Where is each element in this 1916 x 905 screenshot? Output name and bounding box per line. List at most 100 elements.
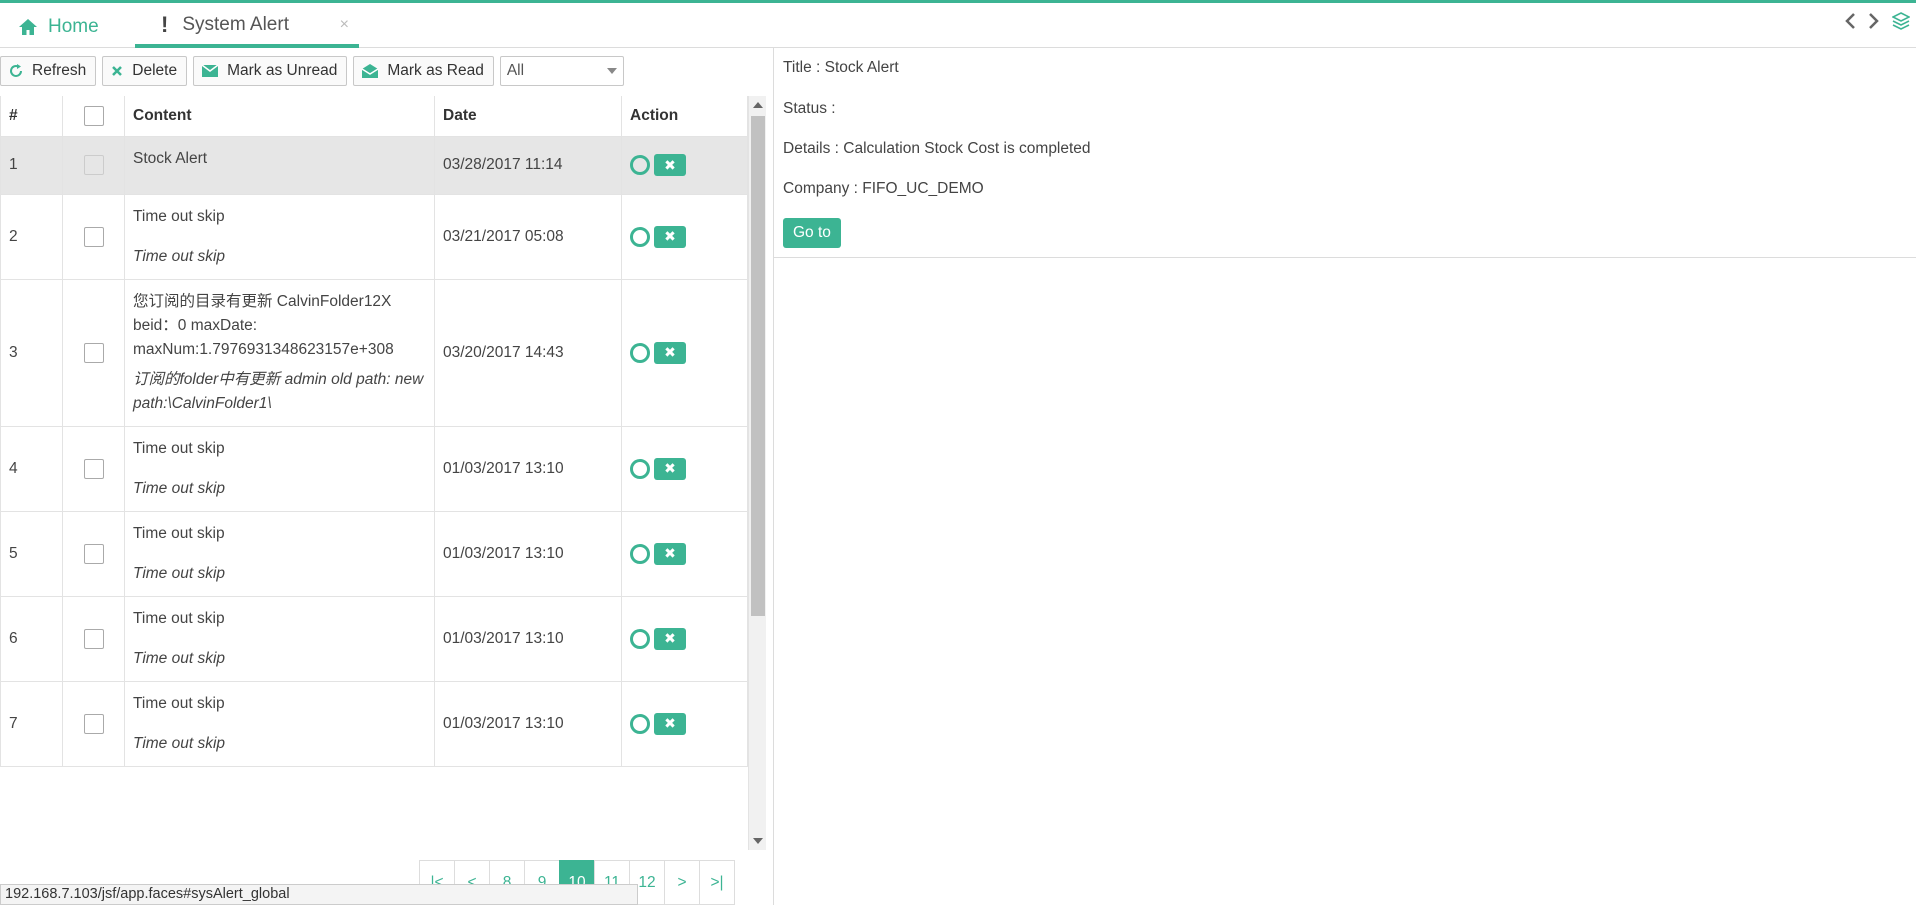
delete-row-button[interactable]: ✖ — [654, 712, 686, 735]
row-title: 您订阅的目录有更新 CalvinFolder12X beid：0 maxDate… — [133, 292, 394, 358]
mark-read-button[interactable]: Mark as Read — [353, 56, 494, 86]
delete-row-button[interactable]: ✖ — [654, 225, 686, 248]
table-row[interactable]: 2 Time out skip Time out skip 03/21/2017… — [0, 193, 748, 280]
row-title: Time out skip — [133, 609, 225, 627]
row-detail: Time out skip — [133, 649, 226, 667]
row-number: 5 — [0, 510, 63, 597]
browser-status-url: 192.168.7.103/jsf/app.faces#sysAlert_glo… — [0, 884, 638, 905]
row-checkbox[interactable] — [83, 458, 104, 479]
alert-grid: # Content Date Action 1 Stock Alert 03/2… — [0, 96, 748, 850]
row-select — [62, 278, 125, 427]
row-checkbox[interactable] — [83, 155, 104, 175]
scroll-up-icon[interactable] — [753, 102, 763, 108]
row-checkbox[interactable] — [83, 628, 104, 649]
header-date[interactable]: Date — [434, 96, 622, 137]
row-content: Time out skip Time out skip — [124, 680, 435, 767]
row-date: 03/28/2017 11:14 — [434, 135, 622, 195]
mark-read-label: Mark as Read — [387, 62, 484, 79]
delete-row-button[interactable]: ✖ — [654, 341, 686, 364]
mark-read-circle-icon[interactable] — [630, 155, 650, 175]
chevron-right-icon[interactable] — [1868, 12, 1880, 34]
table-row[interactable]: 4 Time out skip Time out skip 01/03/2017… — [0, 425, 748, 512]
mark-read-circle-icon[interactable] — [630, 713, 650, 734]
row-detail: Time out skip — [133, 564, 226, 582]
row-actions: ✖ — [621, 193, 748, 280]
tab-system-alert-label: System Alert — [182, 14, 289, 35]
row-title: Stock Alert — [133, 149, 208, 167]
delete-row-button[interactable]: ✖ — [654, 627, 686, 650]
select-all-checkbox[interactable] — [83, 105, 104, 126]
row-detail: Time out skip — [133, 479, 226, 497]
filter-select[interactable]: All — [499, 56, 624, 86]
refresh-button[interactable]: Refresh — [0, 56, 97, 86]
toolbar: Refresh Delete Mark as Unread Mark as Re… — [0, 56, 624, 88]
envelope-open-icon — [362, 64, 379, 78]
table-row[interactable]: 6 Time out skip Time out skip 01/03/2017… — [0, 595, 748, 682]
table-row[interactable]: 7 Time out skip Time out skip 01/03/2017… — [0, 680, 748, 767]
mark-read-circle-icon[interactable] — [630, 458, 650, 479]
exclamation-icon: ! — [161, 12, 169, 37]
page-last[interactable]: >| — [699, 860, 735, 905]
refresh-icon — [9, 64, 23, 78]
delete-row-button[interactable]: ✖ — [654, 542, 686, 565]
row-actions: ✖ — [621, 510, 748, 597]
row-content: Time out skip Time out skip — [124, 425, 435, 512]
row-select — [62, 510, 125, 597]
chevron-left-icon[interactable] — [1844, 12, 1856, 34]
row-date: 03/20/2017 14:43 — [434, 278, 622, 427]
row-actions: ✖ — [621, 680, 748, 767]
row-actions: ✖ — [621, 425, 748, 512]
row-title: Time out skip — [133, 439, 225, 457]
scroll-down-icon[interactable] — [753, 838, 763, 844]
row-detail: 订阅的folder中有更新 admin old path: new path:\… — [133, 370, 424, 412]
scroll-thumb[interactable] — [751, 116, 765, 616]
mark-unread-button[interactable]: Mark as Unread — [193, 56, 348, 86]
table-row[interactable]: 1 Stock Alert 03/28/2017 11:14 ✖ — [0, 135, 748, 195]
mark-read-circle-icon[interactable] — [630, 226, 650, 247]
row-actions: ✖ — [621, 278, 748, 427]
filter-value: All — [506, 62, 525, 79]
row-checkbox[interactable] — [83, 226, 104, 247]
row-number: 2 — [0, 193, 63, 280]
delete-label: Delete — [132, 62, 178, 79]
delete-row-button[interactable]: ✖ — [654, 457, 686, 480]
page-next[interactable]: > — [664, 860, 700, 905]
delete-row-button[interactable]: ✖ — [654, 154, 686, 176]
mark-read-circle-icon[interactable] — [630, 342, 650, 363]
row-content: Time out skip Time out skip — [124, 595, 435, 682]
goto-button[interactable]: Go to — [783, 218, 841, 248]
envelope-icon — [202, 65, 219, 77]
header-content[interactable]: Content — [124, 96, 435, 137]
mark-read-circle-icon[interactable] — [630, 628, 650, 649]
header-select-all — [62, 96, 125, 137]
row-checkbox[interactable] — [83, 342, 104, 363]
row-checkbox[interactable] — [83, 713, 104, 734]
tab-home[interactable]: Home — [18, 6, 99, 48]
row-number: 4 — [0, 425, 63, 512]
row-number: 3 — [0, 278, 63, 427]
table-row[interactable]: 5 Time out skip Time out skip 01/03/2017… — [0, 510, 748, 597]
row-date: 01/03/2017 13:10 — [434, 425, 622, 512]
grid-scrollbar[interactable] — [748, 96, 766, 850]
row-date: 01/03/2017 13:10 — [434, 680, 622, 767]
close-tab-icon[interactable]: × — [340, 16, 349, 34]
header-action: Action — [621, 96, 748, 137]
row-select — [62, 135, 125, 195]
row-content: Time out skip Time out skip — [124, 193, 435, 280]
row-number: 6 — [0, 595, 63, 682]
row-title: Time out skip — [133, 524, 225, 542]
row-select — [62, 595, 125, 682]
row-content: Time out skip Time out skip — [124, 510, 435, 597]
row-detail: Time out skip — [133, 734, 226, 752]
row-actions: ✖ — [621, 595, 748, 682]
delete-button[interactable]: Delete — [102, 56, 188, 86]
tab-bar: Home ! System Alert × — [0, 0, 1916, 48]
layers-icon[interactable] — [1891, 11, 1911, 35]
detail-details: Details : Calculation Stock Cost is comp… — [783, 140, 1091, 157]
tab-system-alert[interactable]: ! System Alert × — [135, 6, 359, 48]
mark-read-circle-icon[interactable] — [630, 543, 650, 564]
row-checkbox[interactable] — [83, 543, 104, 564]
row-number: 7 — [0, 680, 63, 767]
row-date: 01/03/2017 13:10 — [434, 595, 622, 682]
table-row[interactable]: 3 您订阅的目录有更新 CalvinFolder12X beid：0 maxDa… — [0, 278, 748, 427]
